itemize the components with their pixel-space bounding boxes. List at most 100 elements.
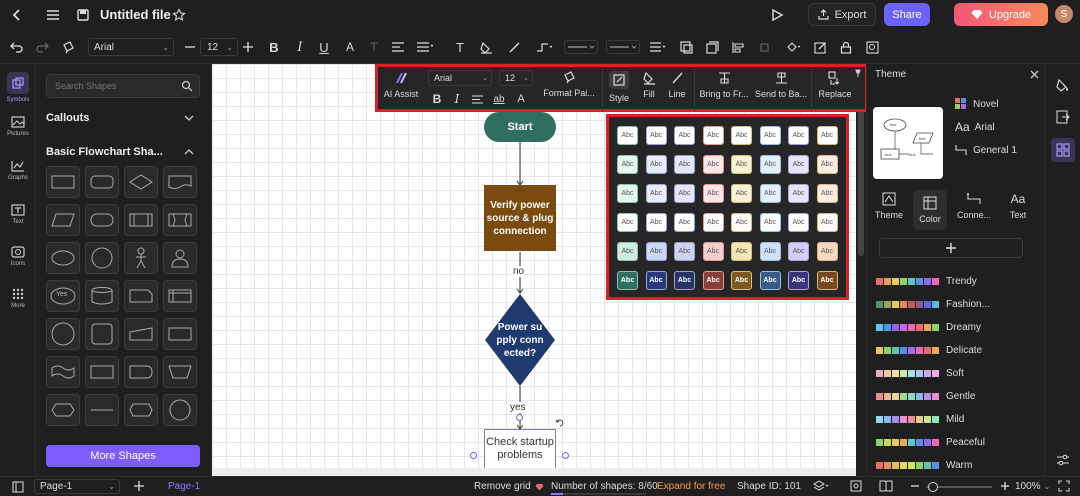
style-swatch[interactable]: Abc xyxy=(816,155,838,174)
color-scheme-item[interactable]: Delicate xyxy=(876,344,982,356)
style-swatch[interactable]: Abc xyxy=(617,213,638,232)
style-swatch[interactable]: Abc xyxy=(674,155,695,174)
search-box[interactable] xyxy=(46,74,200,98)
rail-item-more[interactable]: More xyxy=(0,288,36,309)
rail-item-symbols[interactable]: Symbols xyxy=(0,72,36,103)
style-swatch[interactable]: Abc xyxy=(816,271,838,290)
style-swatch[interactable]: Abc xyxy=(645,271,667,290)
shape-internal-storage[interactable] xyxy=(163,280,197,312)
chevron-down-icon[interactable] xyxy=(184,114,194,122)
color-scheme-item[interactable]: Warm xyxy=(876,459,972,471)
add-theme-button[interactable] xyxy=(879,238,1023,258)
menu-icon[interactable] xyxy=(44,6,62,24)
shape-diamond[interactable] xyxy=(124,166,158,198)
ai-assist-button[interactable]: AI Assist xyxy=(380,71,422,109)
color-scheme-item[interactable]: Soft xyxy=(876,367,964,379)
style-swatch[interactable]: Abc xyxy=(759,271,781,290)
color-scheme-item[interactable]: Mild xyxy=(876,413,964,425)
style-swatch[interactable]: Abc xyxy=(731,184,752,203)
style-swatch[interactable]: Abc xyxy=(674,184,695,203)
shape-predefined-process[interactable] xyxy=(124,204,158,236)
style-swatch[interactable]: Abc xyxy=(645,242,667,261)
shape-ellipse[interactable] xyxy=(46,242,80,274)
style-swatch[interactable]: Abc xyxy=(788,184,809,203)
shape-yes-ellipse[interactable]: Yes xyxy=(46,280,80,312)
color-scheme-item[interactable]: Gentle xyxy=(876,390,975,402)
page-select[interactable]: Page-1 ⌄ xyxy=(34,479,120,494)
style-swatch[interactable]: Abc xyxy=(759,126,781,145)
line-style-select[interactable] xyxy=(564,40,598,54)
line-spacing-icon[interactable] xyxy=(648,39,668,55)
theme-font-row[interactable]: Aa Arial xyxy=(955,120,995,134)
style-swatch[interactable]: Abc xyxy=(731,155,752,174)
layers-icon[interactable] xyxy=(704,39,720,55)
color-scheme-item[interactable]: Peaceful xyxy=(876,436,985,448)
verify-node[interactable]: Verify power source & plug connection xyxy=(484,185,556,251)
shape-card[interactable] xyxy=(163,318,197,350)
zoom-slider-thumb[interactable] xyxy=(928,482,938,492)
style-swatch[interactable]: Abc xyxy=(617,155,638,174)
font-family-select[interactable]: Arial ⌄ xyxy=(88,38,174,56)
style-swatch[interactable]: Abc xyxy=(788,213,809,232)
avatar[interactable]: S xyxy=(1055,5,1073,23)
style-swatch[interactable]: Abc xyxy=(674,242,695,261)
distribute-icon[interactable] xyxy=(756,39,772,55)
clear-format-icon[interactable]: T xyxy=(366,39,382,55)
style-button[interactable]: Style xyxy=(606,71,632,109)
expand-link[interactable]: Expand for free xyxy=(657,481,725,492)
spacing-icon[interactable] xyxy=(414,39,436,55)
connector-icon[interactable] xyxy=(534,39,556,55)
style-swatch[interactable]: Abc xyxy=(702,213,724,232)
shape-user[interactable] xyxy=(163,242,197,274)
decrease-font-icon[interactable] xyxy=(182,39,198,55)
float-size-select[interactable]: 12 ⌄ xyxy=(499,70,533,86)
bold-icon[interactable]: B xyxy=(266,39,282,55)
shape-lined-rectangle[interactable] xyxy=(85,356,119,388)
pin-icon[interactable] xyxy=(854,69,862,77)
style-swatch[interactable]: Abc xyxy=(788,271,809,290)
shape-terminator[interactable] xyxy=(85,204,119,236)
shape-manual-input[interactable] xyxy=(124,318,158,350)
style-swatch[interactable]: Abc xyxy=(702,126,724,145)
shape-hexagon[interactable] xyxy=(46,394,80,426)
style-swatch[interactable]: Abc xyxy=(731,213,752,232)
star-icon[interactable] xyxy=(170,6,188,24)
style-swatch[interactable]: Abc xyxy=(617,126,638,145)
more-shapes-button[interactable]: More Shapes xyxy=(46,445,200,467)
style-swatch[interactable]: Abc xyxy=(816,126,838,145)
zoom-out-icon[interactable] xyxy=(910,481,920,491)
fill-bucket-icon[interactable] xyxy=(478,39,494,55)
style-swatch[interactable]: Abc xyxy=(702,242,724,261)
shape-circle[interactable] xyxy=(85,242,119,274)
layers-icon[interactable] xyxy=(813,480,829,492)
upgrade-button[interactable]: Upgrade xyxy=(954,3,1048,26)
shape-cut-rectangle[interactable] xyxy=(124,280,158,312)
zoom-slider[interactable] xyxy=(926,482,992,492)
shape-parallelogram[interactable] xyxy=(46,204,80,236)
tab-theme[interactable]: Theme xyxy=(871,192,907,228)
color-scheme-item[interactable]: Trendy xyxy=(876,275,977,287)
float-text-color-icon[interactable]: A xyxy=(514,91,528,107)
group-icon[interactable] xyxy=(678,39,694,55)
tab-connector[interactable]: Conne... xyxy=(953,192,995,228)
shape-display[interactable] xyxy=(124,394,158,426)
play-icon[interactable] xyxy=(768,6,786,24)
rail-item-graphs[interactable]: Graphs xyxy=(0,160,36,181)
find-icon[interactable] xyxy=(864,39,880,55)
fit-page-icon[interactable] xyxy=(850,480,862,492)
style-swatch[interactable]: Abc xyxy=(645,184,667,203)
export-button[interactable]: Export xyxy=(808,3,876,26)
style-swatch[interactable]: Abc xyxy=(702,155,724,174)
shape-circle-large[interactable] xyxy=(46,318,80,350)
float-text-bg-icon[interactable]: ab xyxy=(490,91,508,107)
horizontal-scrollbar[interactable] xyxy=(212,468,856,476)
book-icon[interactable] xyxy=(879,480,893,492)
shape-document[interactable] xyxy=(163,166,197,198)
start-node[interactable]: Start xyxy=(484,112,556,142)
lock-icon[interactable] xyxy=(838,39,854,55)
style-swatch[interactable]: Abc xyxy=(702,184,724,203)
style-swatch[interactable]: Abc xyxy=(645,126,667,145)
float-italic-icon[interactable]: I xyxy=(450,91,464,107)
font-size-select[interactable]: 12 ⌄ xyxy=(200,38,238,56)
underline-icon[interactable]: U xyxy=(316,39,332,55)
